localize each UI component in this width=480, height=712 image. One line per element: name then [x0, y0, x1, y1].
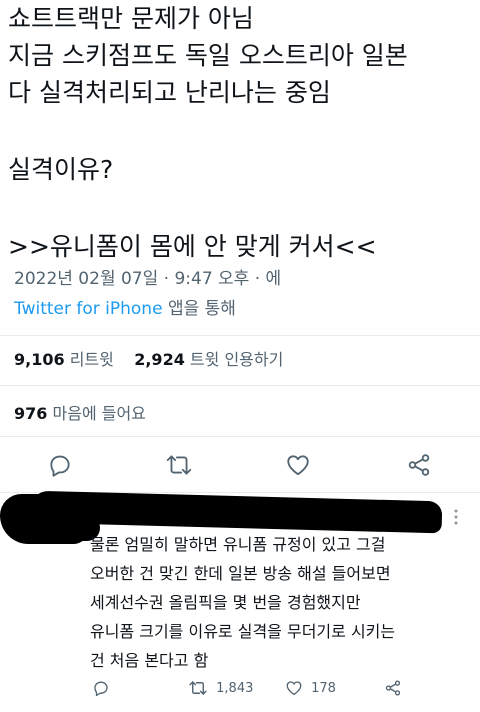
reply-line: 오버한 건 맞긴 한데 일본 방송 해설 들어보면 [90, 564, 391, 583]
reply-line: 유니폼 크기를 이유로 실격을 무더기로 시키는 [90, 622, 396, 641]
retweets-count[interactable]: 9,106 [14, 350, 65, 369]
divider [0, 335, 480, 336]
like-icon[interactable] [285, 452, 313, 480]
reply-retweet-button[interactable]: 1,843 [188, 679, 253, 701]
tweet-body: 쇼트트랙만 문제가 아님 지금 스키점프도 독일 오스트리아 일본 다 실격처리… [8, 0, 478, 265]
reply-icon[interactable] [47, 452, 75, 480]
tweet-line: 쇼트트랙만 문제가 아님 [8, 4, 254, 33]
retweets-label[interactable]: 리트윗 [70, 350, 114, 369]
tweet-action-bar [0, 444, 480, 488]
likes-stats: 976 마음에 들어요 [14, 400, 146, 424]
reply-like-count: 178 [311, 680, 336, 696]
likes-label[interactable]: 마음에 들어요 [53, 404, 146, 423]
reply-share-button[interactable] [384, 679, 402, 701]
reply-reply-button[interactable] [92, 679, 110, 701]
retweet-icon[interactable] [165, 452, 193, 480]
reply-line: 건 처음 본다고 함 [90, 651, 209, 670]
retweet-quote-stats: 9,106 리트윗 2,924 트윗 인용하기 [14, 346, 283, 370]
tweet-line: >>유니폼이 몸에 안 맞게 커서<< [8, 232, 377, 261]
tweet-timestamp[interactable]: 2022년 02월 07일 · 9:47 오후 · 에 [14, 264, 281, 289]
tweet-line: 지금 스키점프도 독일 오스트리아 일본 [8, 41, 408, 70]
reply-line: 세계선수권 올림픽을 몇 번을 경험했지만 [90, 593, 361, 612]
reply-body: 물론 엄밀히 말하면 유니폼 규정이 있고 그걸 오버한 건 맞긴 한데 일본 … [90, 530, 475, 675]
like-icon [285, 681, 307, 696]
reply-like-button[interactable]: 178 [285, 679, 336, 701]
tweet-line: 다 실격처리되고 난리나는 중임 [8, 78, 331, 107]
more-options-icon[interactable] [452, 508, 460, 526]
reply-retweet-count: 1,843 [216, 680, 254, 696]
source-suffix: 앱을 통해 [162, 299, 236, 319]
share-icon[interactable] [406, 452, 434, 480]
source-app-link[interactable]: Twitter for iPhone [14, 299, 163, 319]
quotes-count[interactable]: 2,924 [134, 350, 185, 369]
tweet-line: 실격이유? [8, 155, 114, 184]
quotes-label[interactable]: 트윗 인용하기 [190, 350, 283, 369]
divider [0, 385, 480, 386]
likes-count[interactable]: 976 [14, 404, 47, 423]
retweet-icon [188, 681, 212, 696]
reply-line: 물론 엄밀히 말하면 유니폼 규정이 있고 그걸 [90, 535, 386, 554]
divider [0, 436, 480, 437]
tweet-source: Twitter for iPhone 앱을 통해 [14, 294, 236, 319]
share-icon [384, 680, 402, 696]
reply-icon [92, 681, 110, 697]
